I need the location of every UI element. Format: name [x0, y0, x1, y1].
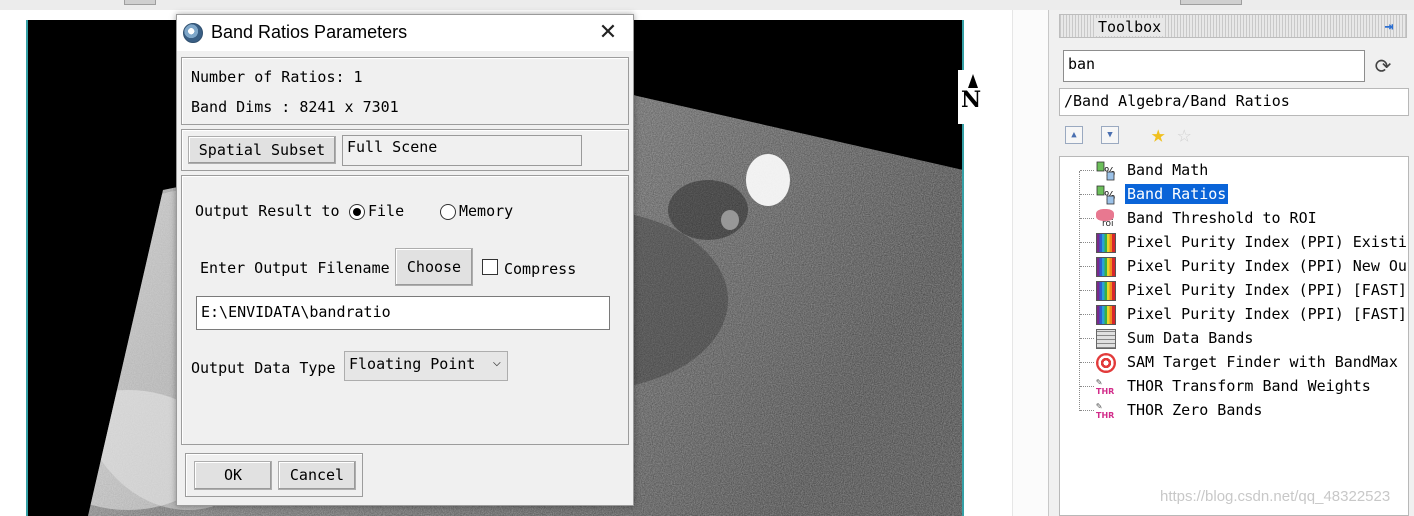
app-icon: [183, 23, 203, 43]
band-math-icon: %: [1096, 185, 1115, 205]
data-type-label: Output Data Type: [191, 359, 336, 377]
tree-item-ppi-fast-2[interactable]: Pixel Purity Index (PPI) [FAST]: [1060, 303, 1408, 327]
viewer-gutter: [1012, 10, 1049, 516]
close-icon[interactable]: ✕: [593, 20, 623, 46]
toolbox-search-input[interactable]: ban: [1063, 50, 1365, 82]
tree-item-ppi-fast-1[interactable]: Pixel Purity Index (PPI) [FAST]: [1060, 279, 1408, 303]
output-file-radio[interactable]: [349, 204, 365, 220]
sum-bands-icon: [1096, 329, 1116, 349]
tree-item-ppi-existing[interactable]: Pixel Purity Index (PPI) Existing: [1060, 231, 1408, 255]
data-type-select[interactable]: Floating Point ⌵: [344, 351, 508, 381]
output-result-label: Output Result to: [195, 202, 340, 220]
remove-favorite-icon[interactable]: ☆: [1177, 120, 1191, 148]
dialog-titlebar[interactable]: Band Ratios Parameters ✕: [177, 15, 633, 51]
expand-icon[interactable]: ▼: [1101, 126, 1119, 144]
spectral-bars-icon: [1096, 281, 1116, 301]
number-of-ratios: Number of Ratios: 1: [191, 68, 363, 86]
dialog-title: Band Ratios Parameters: [211, 22, 408, 42]
toolbox-tree: % Band Math % Band Ratios roi Band Thres…: [1059, 156, 1409, 516]
north-label: N: [961, 87, 982, 113]
compress-label[interactable]: Compress: [504, 260, 576, 278]
toolbox-path: /Band Algebra/Band Ratios: [1059, 88, 1409, 116]
spatial-subset-button[interactable]: Spatial Subset: [188, 136, 336, 164]
band-ratios-dialog: Band Ratios Parameters ✕ Number of Ratio…: [176, 14, 634, 506]
tree-item-thor-transform[interactable]: ✎ THR THOR Transform Band Weights: [1060, 375, 1408, 399]
north-arrow-icon: [968, 74, 978, 88]
target-icon: [1096, 353, 1116, 373]
output-memory-radio[interactable]: [440, 204, 456, 220]
watermark: https://blog.csdn.net/qq_48322523: [1160, 488, 1391, 505]
filename-input[interactable]: E:\ENVIDATA\bandratio: [196, 296, 610, 330]
tree-item-sum-data-bands[interactable]: Sum Data Bands: [1060, 327, 1408, 351]
spectral-bars-icon: [1096, 257, 1116, 277]
choose-button[interactable]: Choose: [395, 248, 473, 286]
tree-item-ppi-new[interactable]: Pixel Purity Index (PPI) New Output: [1060, 255, 1408, 279]
tree-item-band-math[interactable]: % Band Math: [1060, 159, 1408, 183]
tree-item-sam-target-finder[interactable]: SAM Target Finder with BandMax: [1060, 351, 1408, 375]
tree-item-band-threshold[interactable]: roi Band Threshold to ROI: [1060, 207, 1408, 231]
action-group: OK Cancel: [185, 453, 363, 497]
output-memory-label[interactable]: Memory: [459, 202, 513, 220]
toolbar-button[interactable]: [124, 0, 156, 5]
tree-item-band-ratios[interactable]: % Band Ratios: [1060, 183, 1408, 207]
subset-group: Spatial Subset Full Scene: [181, 129, 629, 171]
band-dims: Band Dims : 8241 x 7301: [191, 98, 399, 116]
toolbox-title: Toolbox: [1096, 18, 1164, 36]
band-math-icon: %: [1096, 161, 1115, 181]
info-group: Number of Ratios: 1 Band Dims : 8241 x 7…: [181, 57, 629, 125]
output-group: Output Result to File Memory Enter Outpu…: [181, 175, 629, 445]
tree-item-thor-zero-bands[interactable]: ✎ THR THOR Zero Bands: [1060, 399, 1408, 423]
toolbar-button[interactable]: [1180, 0, 1242, 5]
compress-checkbox[interactable]: [482, 259, 498, 275]
add-favorite-icon[interactable]: ★: [1151, 120, 1165, 148]
output-filename-label: Enter Output Filename: [200, 259, 390, 277]
dock-icon[interactable]: ⇥: [1378, 17, 1400, 35]
refresh-icon[interactable]: ⟳: [1371, 54, 1395, 78]
spectral-bars-icon: [1096, 305, 1116, 325]
collapse-icon[interactable]: ▲: [1065, 126, 1083, 144]
north-arrow: N: [958, 70, 988, 124]
cancel-button[interactable]: Cancel: [278, 461, 356, 490]
roi-icon: roi: [1096, 209, 1116, 229]
subset-value: Full Scene: [342, 135, 582, 166]
output-file-label[interactable]: File: [368, 202, 404, 220]
ok-button[interactable]: OK: [194, 461, 272, 490]
toolbox-titlebar[interactable]: Toolbox ⇥: [1059, 14, 1407, 38]
thor-icon: ✎ THR: [1096, 401, 1115, 420]
thor-icon: ✎ THR: [1096, 377, 1115, 396]
chevron-down-icon: ⌵: [492, 354, 501, 370]
spectral-bars-icon: [1096, 233, 1116, 253]
toolbox-panel: Toolbox ⇥ ban ⟳ /Band Algebra/Band Ratio…: [1048, 10, 1414, 516]
data-type-value: Floating Point: [349, 355, 476, 373]
